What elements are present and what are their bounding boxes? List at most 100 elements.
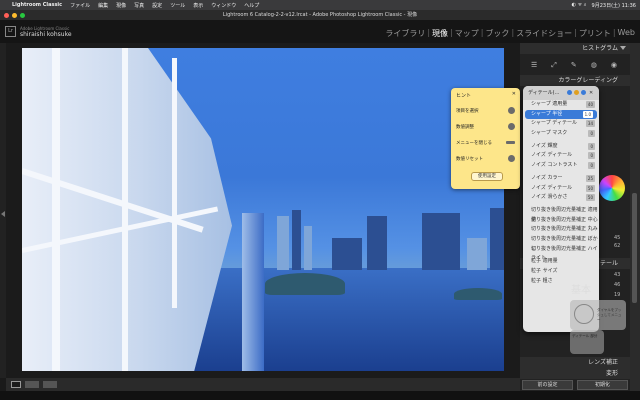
menu-help[interactable]: ヘルプ bbox=[244, 2, 259, 9]
photo-preview[interactable] bbox=[22, 48, 504, 371]
close-icon[interactable]: ✕ bbox=[512, 91, 516, 97]
zoom-window-button[interactable] bbox=[20, 13, 25, 18]
status-icons[interactable]: ◐ ᯤ ⌕ bbox=[572, 2, 587, 8]
info-icon[interactable] bbox=[567, 90, 572, 95]
menu-item-value: 50 bbox=[585, 184, 595, 192]
menu-item[interactable]: 粒子 サイズ bbox=[523, 267, 599, 277]
close-icon[interactable]: ✕ bbox=[589, 86, 593, 100]
menu-item-label: 切り抜き後周辺光量補正 丸み bbox=[531, 226, 598, 233]
menu-item[interactable]: シャープ 適用量 40 bbox=[523, 100, 599, 110]
heal-icon[interactable]: ✎ bbox=[571, 61, 577, 69]
scrollbar-thumb[interactable] bbox=[632, 193, 637, 303]
menu-item[interactable]: ノイズ 輝度 0 bbox=[523, 142, 599, 152]
menu-item[interactable]: 切り抜き後周辺光量補正 中心 bbox=[523, 216, 599, 226]
menu-item[interactable]: シャープ 半径 1.0 bbox=[525, 109, 597, 120]
module-slideshow[interactable]: スライドショー bbox=[516, 28, 572, 39]
menu-item[interactable]: ノイズ ディテール 50 bbox=[523, 184, 599, 194]
help-icon[interactable] bbox=[581, 90, 586, 95]
panel-color-grading[interactable]: カラーグレーディング bbox=[520, 75, 630, 86]
menu-item-label: 粒子 粗さ bbox=[531, 277, 553, 284]
close-window-button[interactable] bbox=[4, 13, 9, 18]
menu-tools[interactable]: ツール bbox=[170, 2, 185, 9]
identity-user: shiraishi kohsuke bbox=[20, 31, 72, 38]
menu-item[interactable]: ノイズ カラー 25 bbox=[523, 174, 599, 184]
hint-popup: ヒント ✕ 項目を選択 数値調整 メニューを閉じる 数値リセット 使用設定 bbox=[451, 88, 520, 189]
module-print[interactable]: プリント bbox=[579, 28, 611, 39]
menu-item[interactable]: ノイズ 滑らかさ 50 bbox=[523, 193, 599, 203]
loupe-view-button[interactable] bbox=[11, 381, 21, 388]
menu-item-label: シャープ マスク bbox=[531, 130, 568, 137]
panel-lens-label: レンズ補正 bbox=[588, 359, 618, 366]
app-menu[interactable]: Lightroom Classic bbox=[12, 2, 62, 8]
mask-icon[interactable]: ◍ bbox=[591, 61, 597, 69]
window-title: Lightroom 6 Catalog-2-2-v12.lrcat - Adob… bbox=[222, 12, 418, 18]
menu-body: シャープ 適用量 40 シャープ 半径 1.0 シャープ ディテール 34 シャープ マスク… bbox=[523, 100, 599, 286]
edit-icon[interactable]: ☰ bbox=[531, 61, 537, 69]
menu-item-label: ノイズ 輝度 bbox=[531, 142, 558, 149]
panel-lens-corrections[interactable]: レンズ補正 bbox=[520, 357, 630, 368]
menu-item[interactable]: 粒子 適用量 bbox=[523, 257, 599, 267]
menu-item[interactable]: 切り抜き後周辺光量補正 丸み bbox=[523, 225, 599, 235]
menu-settings[interactable]: 設定 bbox=[152, 2, 162, 9]
module-library[interactable]: ライブラリ bbox=[385, 28, 425, 39]
menu-item-value: 0 bbox=[588, 130, 595, 138]
mac-menubar: Lightroom Classic ファイル 編集 現像 写真 設定 ツール 表… bbox=[0, 0, 640, 10]
menu-window[interactable]: ウィンドウ bbox=[211, 2, 236, 9]
compare-button[interactable] bbox=[43, 381, 57, 388]
minimize-window-button[interactable] bbox=[12, 13, 17, 18]
menu-view[interactable]: 表示 bbox=[193, 2, 203, 9]
photo-tower bbox=[242, 213, 264, 371]
menu-item[interactable]: シャープ ディテール 34 bbox=[523, 119, 599, 129]
menu-photo[interactable]: 写真 bbox=[134, 2, 144, 9]
module-separator: | bbox=[574, 28, 577, 37]
hint-ok-button[interactable]: 使用設定 bbox=[471, 172, 503, 181]
menu-item[interactable]: ノイズ コントラスト 0 bbox=[523, 161, 599, 171]
side-value: 62 bbox=[614, 243, 621, 249]
warning-icon[interactable] bbox=[574, 90, 579, 95]
before-after-button[interactable] bbox=[25, 381, 39, 388]
basic-overlay-label: 基本 bbox=[571, 285, 591, 296]
collapse-icon[interactable] bbox=[620, 46, 626, 50]
menu-item-label: ノイズ ディテール bbox=[531, 184, 573, 191]
menu-item-value: 34 bbox=[585, 120, 595, 128]
dial-overlay: ダイヤルをプッシュしてメニュー bbox=[570, 300, 626, 330]
previous-settings-button[interactable]: 前の設定 bbox=[522, 380, 573, 390]
menubar-clock[interactable]: 9月23日(土) 11:36 bbox=[592, 2, 636, 9]
menu-item-value: 40 bbox=[585, 101, 595, 108]
menu-header-title: ディテール(... bbox=[528, 90, 560, 96]
panel-histogram-label: ヒストグラム bbox=[582, 45, 618, 52]
menu-item[interactable]: 切り抜き後周辺光量補正 ハイライト bbox=[523, 245, 599, 262]
menu-item[interactable]: ノイズ ディテール 0 bbox=[523, 151, 599, 161]
panel-transform-label: 変形 bbox=[605, 370, 618, 377]
panel-transform[interactable]: 変形 bbox=[520, 368, 630, 379]
reset-button[interactable]: 初期化 bbox=[577, 380, 628, 390]
hint-title: ヒント bbox=[456, 93, 472, 99]
module-book[interactable]: ブック bbox=[485, 28, 509, 39]
panel-histogram[interactable]: ヒストグラム bbox=[520, 43, 630, 54]
module-separator: | bbox=[480, 28, 484, 37]
module-web[interactable]: Web bbox=[618, 28, 635, 39]
module-map[interactable]: マップ bbox=[455, 28, 479, 39]
crop-icon[interactable]: ⤢ bbox=[551, 61, 557, 70]
hint-row: 数値調整 bbox=[456, 125, 474, 130]
hint-row: メニューを閉じる bbox=[456, 141, 492, 146]
side-value: 19 bbox=[614, 292, 621, 298]
filmstrip-collapsed[interactable] bbox=[0, 391, 640, 400]
menu-item[interactable]: 切り抜き後周辺光量補正 適用量 bbox=[523, 206, 599, 223]
right-panel-scrollbar[interactable] bbox=[630, 43, 640, 391]
menu-edit[interactable]: 編集 bbox=[98, 2, 108, 9]
menu-item[interactable]: 切り抜き後周辺光量補正 ぼかし bbox=[523, 235, 599, 252]
menu-item-label: ノイズ ディテール bbox=[531, 152, 573, 159]
menu-item-value: 0 bbox=[588, 142, 595, 150]
color-wheel[interactable] bbox=[599, 175, 625, 201]
left-panel-toggle-icon[interactable] bbox=[1, 211, 5, 217]
redeye-icon[interactable]: ◉ bbox=[611, 61, 617, 69]
menu-item-value: 0 bbox=[588, 162, 595, 170]
menu-item-label: 粒子 サイズ bbox=[531, 268, 558, 274]
menu-file[interactable]: ファイル bbox=[70, 2, 90, 9]
menu-develop[interactable]: 現像 bbox=[116, 2, 126, 9]
module-develop[interactable]: 現像 bbox=[432, 28, 448, 39]
module-separator: | bbox=[427, 28, 431, 37]
menu-item[interactable]: シャープ マスク 0 bbox=[523, 129, 599, 139]
lr-logo: Lr bbox=[5, 26, 16, 37]
